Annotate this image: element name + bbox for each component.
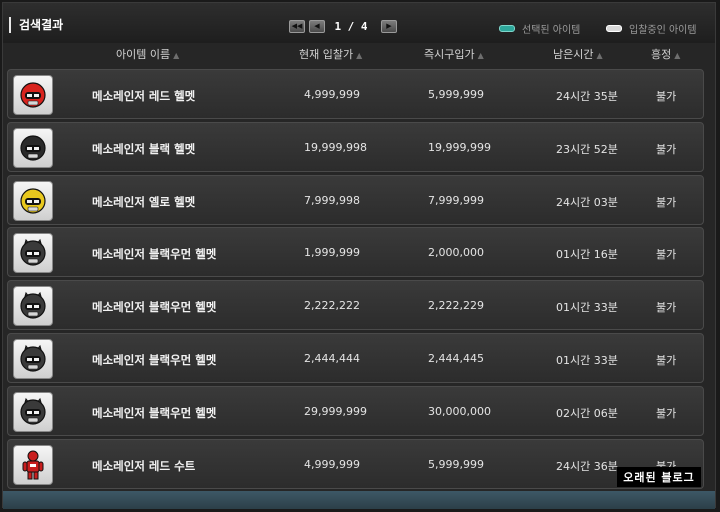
legend-bidding: 입찰중인 아이템: [606, 21, 697, 36]
red-suit-icon: [22, 450, 44, 480]
item-icon: [13, 75, 53, 115]
footer-bar: [3, 491, 715, 509]
column-header-haggle[interactable]: 흥정 ▲: [651, 46, 680, 62]
current-bid: 7,999,998: [304, 193, 360, 207]
time-left: 24시간 03분: [556, 195, 618, 209]
red-helmet-icon: [20, 82, 46, 108]
item-icon: [13, 180, 53, 221]
haggle-status: 불가: [656, 248, 677, 262]
haggle-status: 불가: [656, 90, 677, 103]
item-icon: [13, 286, 53, 327]
item-name: 메소레인저 레드 수트: [92, 458, 196, 473]
column-header-buyout[interactable]: 즉시구입가 ▲: [424, 46, 484, 62]
time-left: 23시간 52분: [556, 142, 618, 156]
table-row[interactable]: 메소레인저 블랙우먼 헬멧 29,999,999 30,000,000 02시간…: [7, 385, 704, 436]
time-left: 01시간 33분: [556, 301, 618, 315]
selected-swatch-icon: [499, 25, 515, 32]
legend-bidding-label: 입찰중인 아이템: [629, 25, 697, 36]
double-chevron-left-icon: ◀◀: [291, 22, 303, 30]
sort-icon: ▲: [596, 51, 603, 60]
sort-icon: ▲: [356, 51, 363, 60]
bidding-swatch-icon: [606, 25, 622, 32]
prev-page-button[interactable]: ◀: [309, 19, 325, 33]
current-bid: 19,999,998: [304, 140, 367, 154]
legend-selected-label: 선택된 아이템: [522, 25, 581, 36]
item-name: 메소레인저 블랙 헬멧: [92, 141, 196, 156]
column-header-time-left[interactable]: 남은시간 ▲: [553, 46, 603, 62]
current-bid: 4,999,999: [304, 457, 360, 471]
blackwoman-helmet-icon: [20, 292, 46, 319]
table-row[interactable]: 메소레인저 레드 헬멧 4,999,999 5,999,999 24시간 35분…: [7, 69, 704, 119]
black-helmet-icon: [20, 135, 46, 161]
item-icon: [13, 444, 53, 485]
item-name: 메소레인저 블랙우먼 헬멧: [92, 300, 217, 315]
haggle-status: 불가: [656, 142, 677, 156]
pagination: ◀◀ ◀ 1 / 4 ▶: [289, 19, 401, 33]
buyout-price: 2,222,229: [428, 299, 484, 313]
time-left: 01시간 16분: [556, 248, 618, 262]
column-header-current-bid[interactable]: 현재 입찰가 ▲: [299, 46, 362, 62]
buyout-price: 5,999,999: [428, 457, 484, 471]
yellow-helmet-icon: [20, 187, 46, 214]
first-page-button[interactable]: ◀◀: [289, 19, 305, 33]
item-icon: [13, 127, 53, 168]
item-name: 메소레인저 블랙우먼 헬멧: [92, 247, 217, 262]
haggle-status: 불가: [656, 195, 677, 209]
blackwoman-helmet-icon: [20, 397, 46, 425]
results-list: 메소레인저 레드 헬멧 4,999,999 5,999,999 24시간 35분…: [7, 69, 704, 491]
item-icon: [13, 391, 53, 432]
buyout-price: 5,999,999: [428, 88, 484, 101]
sort-icon: ▲: [477, 51, 484, 60]
buyout-price: 7,999,999: [428, 193, 484, 207]
time-left: 24시간 35분: [556, 90, 618, 103]
chevron-right-icon: ▶: [386, 22, 392, 30]
current-bid: 1,999,999: [304, 246, 360, 260]
chevron-left-icon: ◀: [314, 22, 320, 30]
item-name: 메소레인저 블랙우먼 헬멧: [92, 405, 217, 420]
legend-selected: 선택된 아이템: [499, 21, 580, 36]
results-header: 검색결과 ◀◀ ◀ 1 / 4 ▶ 선택된 아이템 입찰중인 아이템: [3, 3, 715, 43]
current-bid: 2,444,444: [304, 351, 360, 365]
haggle-status: 불가: [656, 301, 677, 315]
column-header-name[interactable]: 아이템 이름 ▲: [116, 46, 179, 62]
panel-title: 검색결과: [9, 17, 63, 33]
blackwoman-helmet-icon: [20, 239, 46, 266]
item-name: 메소레인저 블랙우먼 헬멧: [92, 352, 217, 367]
table-row[interactable]: 메소레인저 블랙 헬멧 19,999,998 19,999,999 23시간 5…: [7, 121, 704, 172]
item-name: 메소레인저 레드 헬멧: [92, 89, 196, 103]
blog-watermark: 오래된 블로그: [617, 467, 701, 487]
current-bid: 4,999,999: [304, 88, 360, 101]
buyout-price: 2,444,445: [428, 351, 484, 365]
current-bid: 29,999,999: [304, 404, 367, 418]
table-row[interactable]: 메소레인저 옐로 헬멧 7,999,998 7,999,999 24시간 03분…: [7, 174, 704, 225]
time-left: 02시간 06분: [556, 406, 618, 420]
time-left: 24시간 36분: [556, 459, 618, 473]
table-row[interactable]: 메소레인저 블랙우먼 헬멧 2,444,444 2,444,445 01시간 3…: [7, 332, 704, 383]
table-row[interactable]: 메소레인저 레드 수트 4,999,999 5,999,999 24시간 36분…: [7, 438, 704, 489]
sort-icon: ▲: [173, 51, 180, 60]
table-row[interactable]: 메소레인저 블랙우먼 헬멧 1,999,999 2,000,000 01시간 1…: [7, 227, 704, 278]
current-bid: 2,222,222: [304, 299, 360, 313]
buyout-price: 19,999,999: [428, 140, 491, 154]
item-icon: [13, 338, 53, 379]
blackwoman-helmet-icon: [20, 344, 46, 372]
buyout-price: 2,000,000: [428, 246, 484, 260]
search-results-panel: 검색결과 ◀◀ ◀ 1 / 4 ▶ 선택된 아이템 입찰중인 아이템 아이템 이…: [2, 2, 716, 509]
haggle-status: 불가: [656, 406, 677, 420]
item-name: 메소레인저 옐로 헬멧: [92, 194, 196, 209]
haggle-status: 불가: [656, 353, 677, 367]
buyout-price: 30,000,000: [428, 404, 491, 418]
item-icon: [13, 233, 53, 274]
time-left: 01시간 33분: [556, 353, 618, 367]
next-page-button[interactable]: ▶: [381, 19, 397, 33]
table-row[interactable]: 메소레인저 블랙우먼 헬멧 2,222,222 2,222,229 01시간 3…: [7, 280, 704, 331]
page-indicator: 1 / 4: [334, 19, 368, 33]
sort-icon: ▲: [674, 51, 681, 60]
